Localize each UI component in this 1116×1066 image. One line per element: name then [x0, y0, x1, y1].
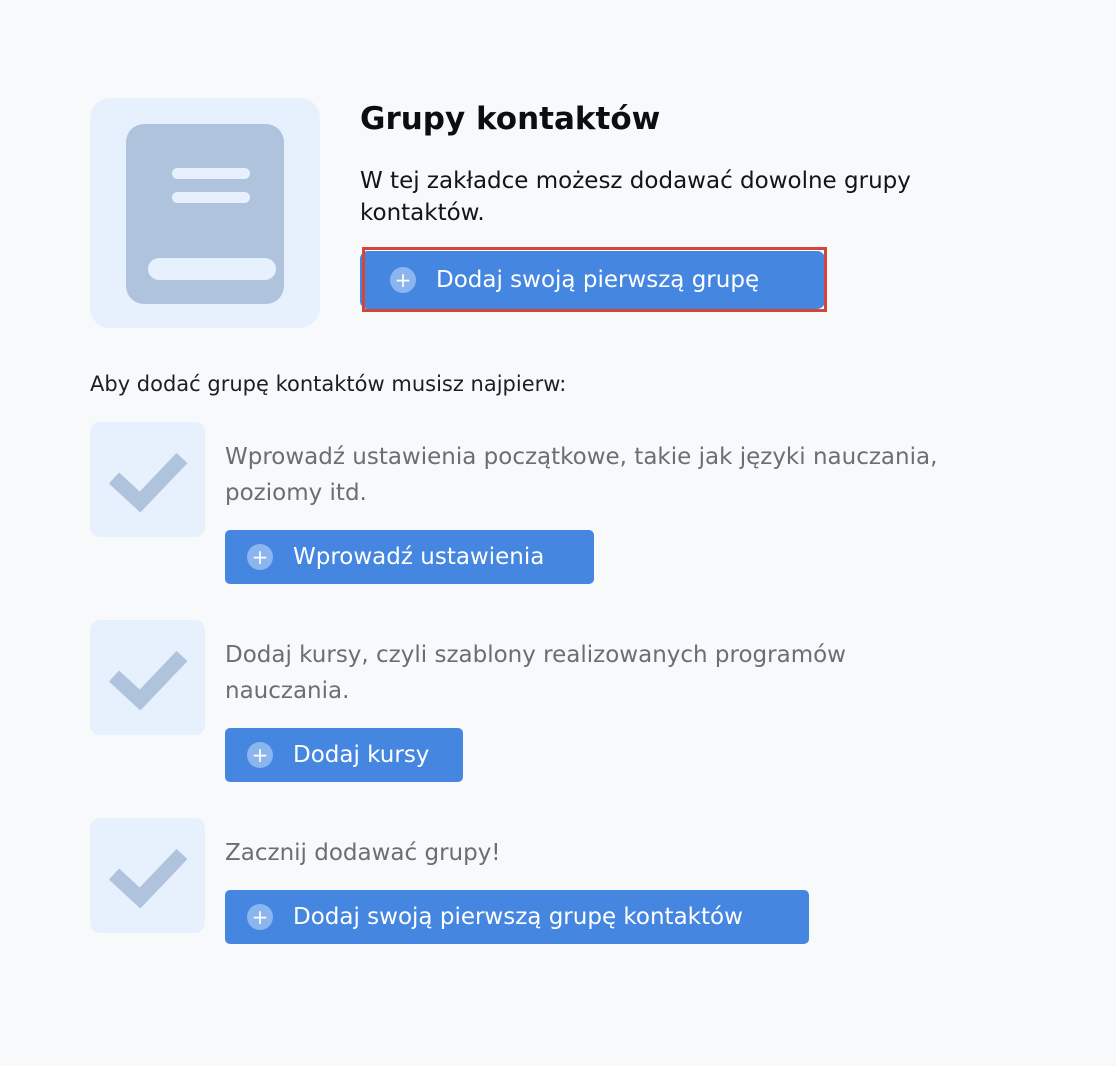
add-courses-label: Dodaj kursy — [293, 742, 430, 768]
step-2-text: Dodaj kursy, czyli szablony realizowanyc… — [225, 642, 846, 704]
add-first-group-label: Dodaj swoją pierwszą grupę — [436, 267, 760, 293]
plus-circle-icon: + — [247, 544, 273, 570]
step-2-tile — [90, 620, 205, 735]
checkmark-icon — [108, 650, 188, 710]
plus-circle-icon: + — [390, 267, 416, 293]
step-1-text: Wprowadź ustawienia początkowe, takie ja… — [225, 444, 938, 506]
enter-settings-button[interactable]: + Wprowadź ustawienia — [225, 530, 594, 584]
plus-circle-icon: + — [247, 904, 273, 930]
plus-circle-icon: + — [247, 742, 273, 768]
add-first-contact-group-button[interactable]: + Dodaj swoją pierwszą grupę kontaktów — [225, 890, 809, 944]
add-courses-button[interactable]: + Dodaj kursy — [225, 728, 463, 782]
checkmark-icon — [108, 452, 188, 512]
book-icon — [126, 124, 284, 304]
requirements-intro: Aby dodać grupę kontaktów musisz najpier… — [90, 372, 567, 396]
page-title: Grupy kontaktów — [360, 101, 661, 137]
add-first-group-button[interactable]: + Dodaj swoją pierwszą grupę — [360, 251, 825, 309]
step-1-tile — [90, 422, 205, 537]
step-3-tile — [90, 818, 205, 933]
checkmark-icon — [108, 848, 188, 908]
enter-settings-label: Wprowadź ustawienia — [293, 544, 545, 570]
step-3-text: Zacznij dodawać grupy! — [225, 840, 501, 866]
page-description: W tej zakładce możesz dodawać dowolne gr… — [360, 168, 911, 226]
add-first-contact-group-label: Dodaj swoją pierwszą grupę kontaktów — [293, 904, 743, 930]
empty-state-page: Grupy kontaktów W tej zakładce możesz do… — [0, 0, 1116, 1066]
hero-icon-tile — [90, 98, 320, 328]
